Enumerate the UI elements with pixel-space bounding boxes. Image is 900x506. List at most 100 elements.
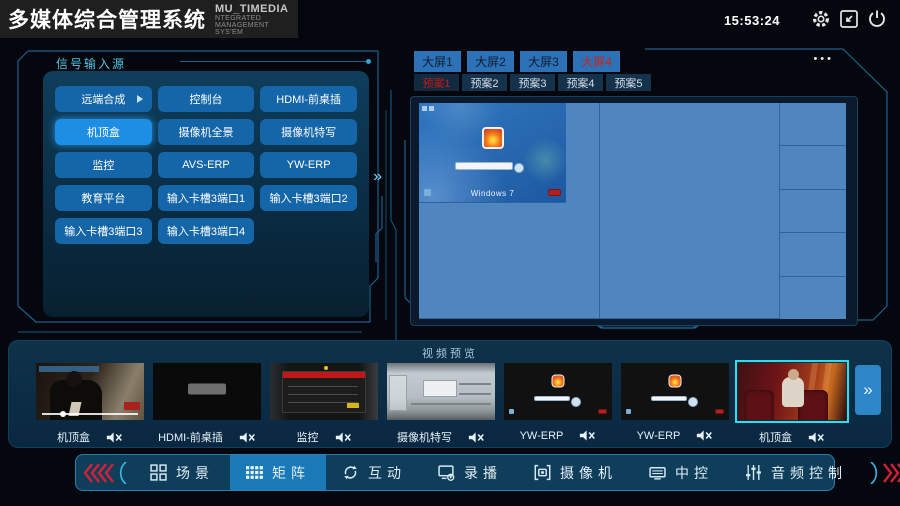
thumb-shelf-decoration: [459, 393, 491, 395]
wall-cell-5[interactable]: [780, 277, 846, 319]
nav-item-central-control[interactable]: 中控: [633, 455, 729, 490]
audio-sliders-icon: [745, 464, 762, 481]
windows-logo-label: Windows 7: [419, 189, 566, 198]
video-wall-grid: Windows 7: [419, 103, 846, 319]
preview-thumb-hdmi[interactable]: [153, 363, 261, 420]
thumb-shelf-decoration: [459, 383, 491, 385]
screen-layout-panel: 大屏1 大屏2 大屏3 大屏4 预案1 预案2 预案3 预案4 预案5 ••• …: [395, 44, 892, 334]
source-button-slot3-port3[interactable]: 输入卡槽3端口3: [55, 218, 152, 244]
source-button-avs-erp[interactable]: AVS-ERP: [158, 152, 255, 178]
mute-icon[interactable]: [808, 431, 825, 444]
app-title: 多媒体综合管理系统: [8, 4, 206, 34]
source-button-label: YW-ERP: [287, 159, 331, 171]
preview-thumb-settop-box[interactable]: [36, 363, 144, 420]
tab-screen-4[interactable]: 大屏4: [573, 51, 620, 72]
preview-thumb-yw-erp[interactable]: [504, 363, 612, 420]
panel-expand-icon[interactable]: »: [373, 168, 382, 186]
tab-label: 大屏1: [422, 53, 453, 70]
scale-window-icon[interactable]: [838, 8, 860, 30]
preview-thumb-yw-erp[interactable]: [621, 363, 729, 420]
preview-thumbnails: 机顶盒 HDMI-前桌插: [36, 363, 846, 445]
nav-label: 矩阵: [272, 463, 310, 483]
nav-item-matrix[interactable]: 矩阵: [230, 455, 326, 490]
more-options-icon[interactable]: •••: [813, 53, 834, 65]
record-screen-icon: [438, 464, 455, 481]
source-button-console[interactable]: 控制台: [158, 86, 255, 112]
wall-cell-1[interactable]: [780, 103, 846, 146]
nav-item-camera[interactable]: 摄像机: [518, 455, 633, 490]
tab-preset-2[interactable]: 预案2: [462, 74, 507, 91]
source-button-slot3-port4[interactable]: 输入卡槽3端口4: [158, 218, 255, 244]
source-button-slot3-port1[interactable]: 输入卡槽3端口1: [158, 185, 255, 211]
mute-icon[interactable]: [239, 431, 256, 444]
tab-label: 大屏2: [475, 53, 506, 70]
brand-subtitle: NTEGRATED MANAGEMENT SYS'EM: [215, 15, 290, 36]
preview-thumb-camera-closeup[interactable]: [387, 363, 495, 420]
tab-screen-3[interactable]: 大屏3: [520, 51, 567, 72]
preview-thumb-settop-box-selected[interactable]: [738, 363, 846, 420]
brand-block: MU_TIMEDIA NTEGRATED MANAGEMENT SYS'EM: [215, 3, 290, 36]
source-button-label: 输入卡槽3端口3: [64, 223, 142, 239]
bottom-nav-bar: 场景 矩阵 互动: [75, 454, 835, 491]
mute-icon[interactable]: [335, 431, 352, 444]
grid-3x3-icon: [246, 464, 263, 481]
nav-item-scene[interactable]: 场景: [134, 455, 230, 490]
mute-icon[interactable]: [468, 431, 485, 444]
wall-zone-left[interactable]: Windows 7: [419, 103, 600, 319]
thumb-logo-decoration: [124, 402, 140, 410]
preview-label: 监控: [297, 429, 319, 445]
mute-icon[interactable]: [696, 429, 713, 442]
source-button-settop-box[interactable]: 机顶盒: [55, 119, 152, 145]
window-mark-decoration: [429, 106, 434, 111]
source-button-hdmi[interactable]: HDMI-前桌插: [260, 86, 357, 112]
windows-user-avatar: [552, 375, 565, 388]
windows-login-source[interactable]: Windows 7: [419, 103, 566, 203]
signal-source-panel: 信号输入源 远端合成 控制台 HDMI-前桌插 机顶盒 摄像机全景 摄像机特写 …: [10, 46, 386, 334]
control-panel-icon: [649, 464, 666, 481]
source-button-slot3-port2[interactable]: 输入卡槽3端口2: [260, 185, 357, 211]
preview-thumb-surveillance[interactable]: [270, 363, 378, 420]
preview-label: YW-ERP: [520, 430, 564, 442]
tab-label: 预案3: [518, 75, 546, 91]
source-button-surveillance[interactable]: 监控: [55, 152, 152, 178]
wall-zone-center[interactable]: [600, 103, 781, 319]
tab-screen-2[interactable]: 大屏2: [467, 51, 514, 72]
nav-item-interaction[interactable]: 互动: [326, 455, 422, 490]
preset-tab-bar: 预案1 预案2 预案3 预案4 预案5: [414, 74, 651, 91]
nav-items: 场景 矩阵 互动: [134, 455, 863, 490]
thumb-titlebar-decoration: [283, 372, 365, 378]
wall-cell-4[interactable]: [780, 233, 846, 276]
power-icon[interactable]: [866, 8, 888, 30]
preview-item: YW-ERP: [504, 363, 612, 445]
nav-item-recording[interactable]: 录播: [422, 455, 518, 490]
source-button-label: 摄像机全景: [178, 124, 233, 140]
tab-preset-3[interactable]: 预案3: [510, 74, 555, 91]
wall-cell-3[interactable]: [780, 190, 846, 233]
source-button-camera-closeup[interactable]: 摄像机特写: [260, 119, 357, 145]
tab-preset-1[interactable]: 预案1: [414, 74, 459, 91]
source-button-camera-panorama[interactable]: 摄像机全景: [158, 119, 255, 145]
panel-title: 信号输入源: [56, 55, 126, 72]
windows-user-avatar: [482, 127, 504, 149]
tab-screen-1[interactable]: 大屏1: [414, 51, 461, 72]
windows-accessibility-icon: [626, 409, 631, 414]
tab-preset-5[interactable]: 预案5: [606, 74, 651, 91]
preview-next-button[interactable]: »: [855, 365, 881, 415]
title-rule-decoration: [180, 61, 368, 62]
source-button-education-platform[interactable]: 教育平台: [55, 185, 152, 211]
settings-gear-icon[interactable]: [810, 8, 832, 30]
mute-icon[interactable]: [579, 429, 596, 442]
preview-item: HDMI-前桌插: [153, 363, 261, 445]
wall-cell-2[interactable]: [780, 146, 846, 189]
thumb-button-decoration: [347, 403, 359, 408]
windows-password-field: [534, 396, 570, 401]
tab-preset-4[interactable]: 预案4: [558, 74, 603, 91]
thumb-whiteboard-decoration: [423, 380, 457, 397]
preview-label: 机顶盒: [57, 429, 90, 445]
source-button-label: 教育平台: [81, 190, 125, 206]
wall-zone-right-column: [780, 103, 846, 319]
source-button-remote-compose[interactable]: 远端合成: [55, 86, 152, 112]
mute-icon[interactable]: [106, 431, 123, 444]
nav-item-audio-control[interactable]: 音频控制: [729, 455, 863, 490]
source-button-yw-erp[interactable]: YW-ERP: [260, 152, 357, 178]
